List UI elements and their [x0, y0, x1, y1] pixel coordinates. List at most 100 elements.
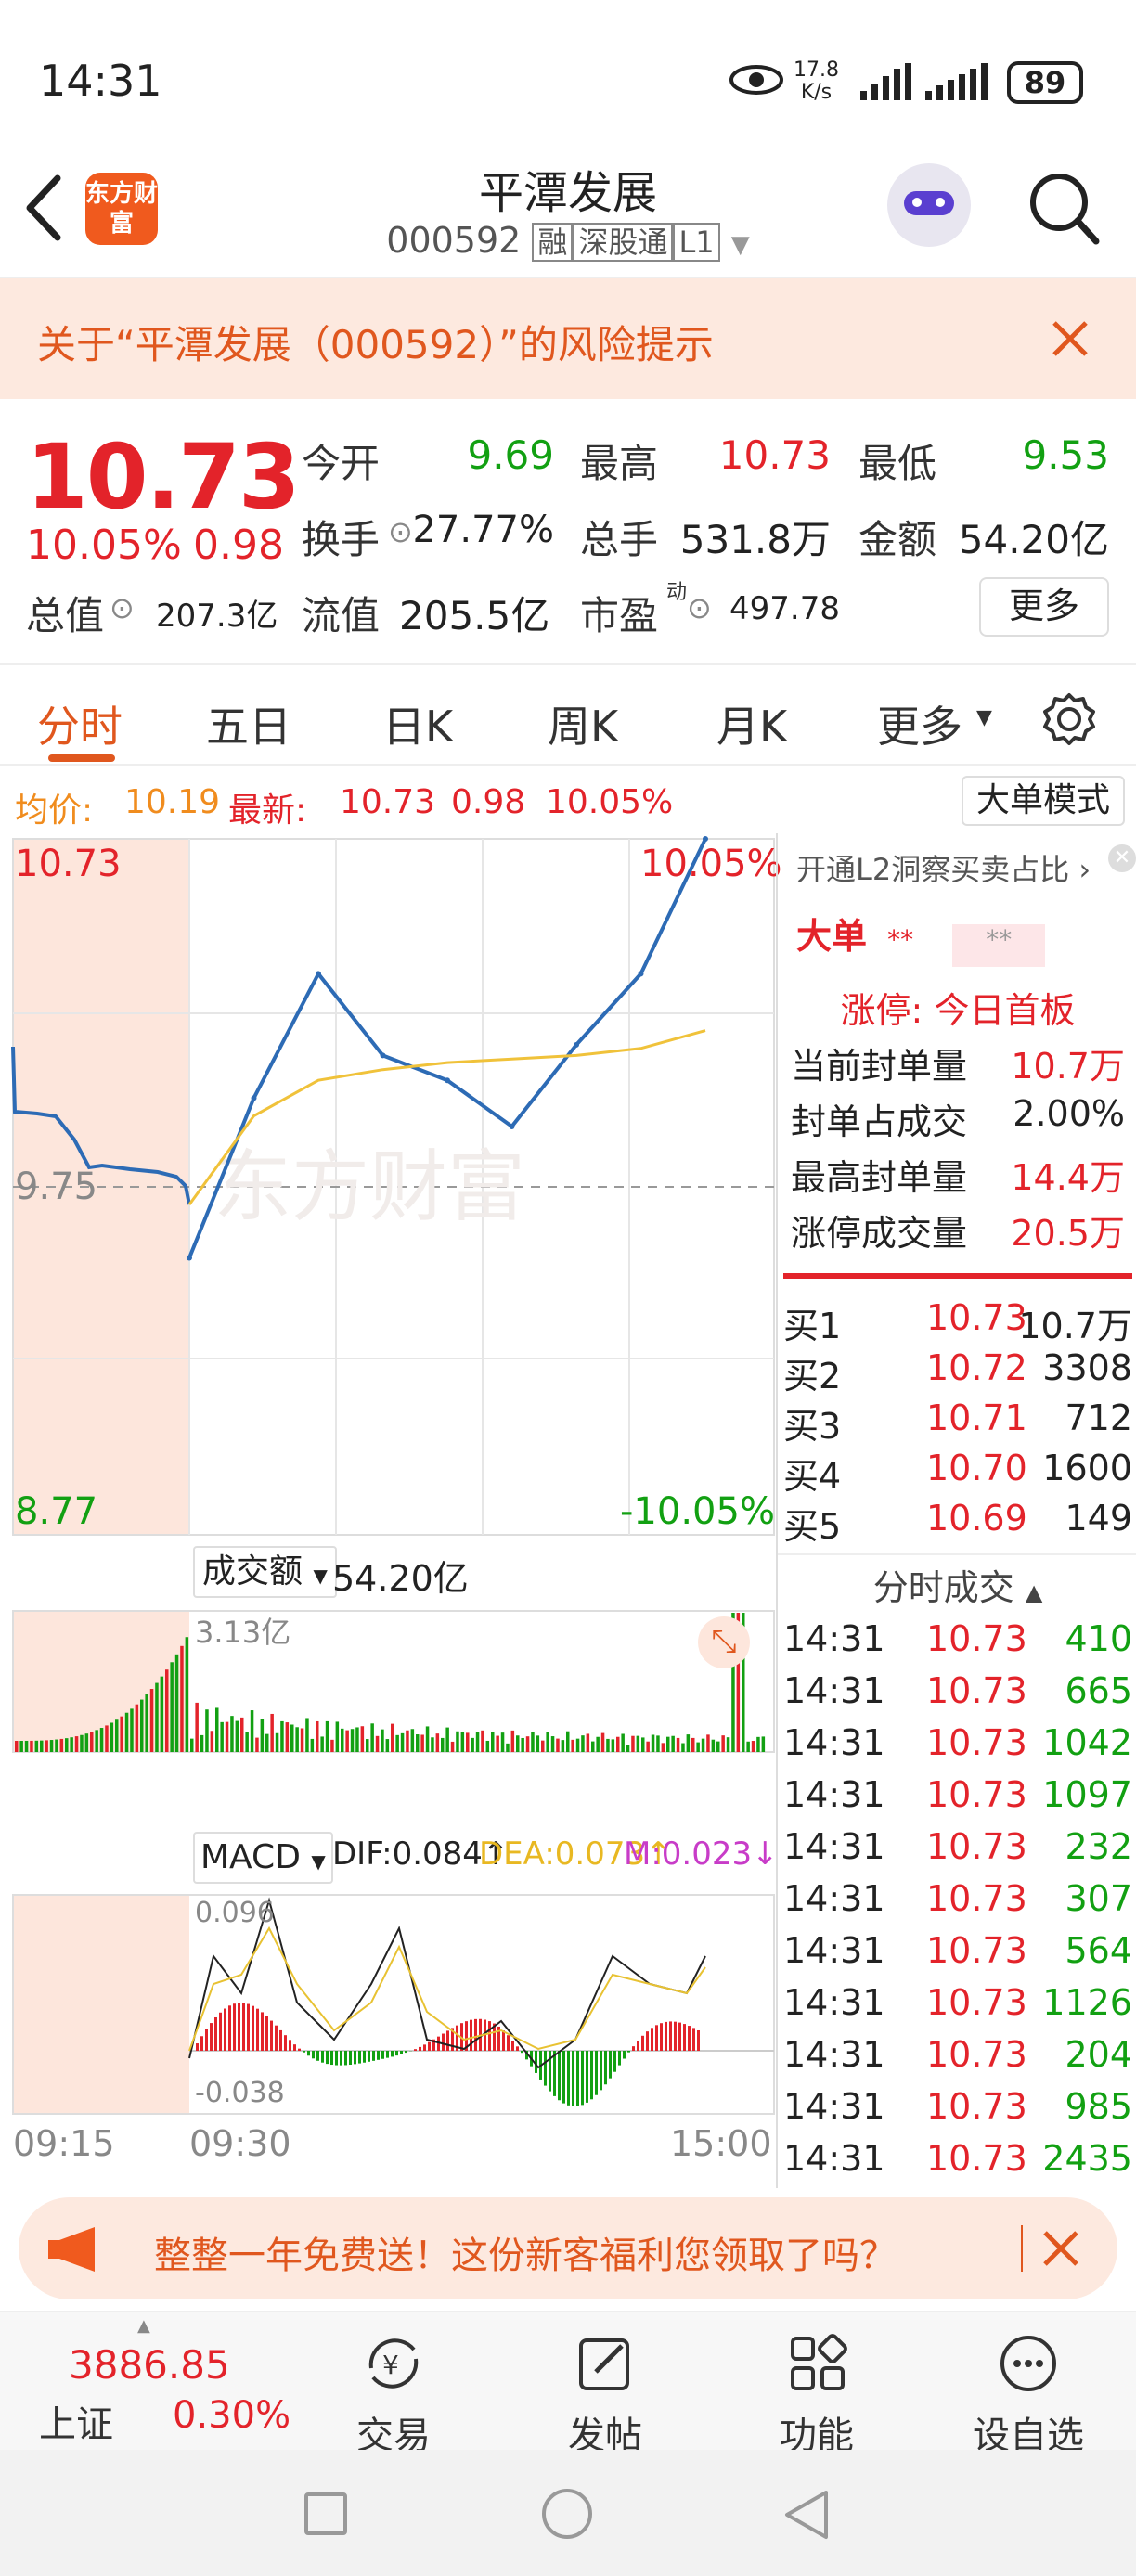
risk-banner-text[interactable]: 关于“平潭发展（000592）”的风险提示 — [37, 314, 714, 370]
home-icon[interactable] — [542, 2489, 592, 2539]
macd-top-label: 0.096 — [195, 1897, 275, 1929]
tab-day[interactable]: 日K — [382, 693, 453, 754]
info-dots-icon[interactable]: ⊙ — [110, 590, 135, 625]
macd-bar — [502, 2030, 505, 2051]
volume-bar — [84, 1733, 89, 1752]
mktcap-value: 207.3亿 — [156, 598, 278, 635]
tag-level[interactable]: L1 — [673, 223, 720, 262]
speed-value: 17.8 — [794, 58, 839, 82]
macd-bar — [604, 2051, 607, 2085]
volume-bar — [190, 1738, 194, 1752]
amount-value: 54.20亿 — [958, 517, 1109, 562]
macd-bar — [265, 2016, 268, 2051]
add-watchlist-button[interactable]: 设自选 — [954, 2331, 1103, 2459]
macd-bar — [214, 2016, 217, 2051]
y-high-label: 10.73 — [15, 843, 122, 885]
trade-button[interactable]: ¥ 交易 — [319, 2331, 468, 2459]
macd-bar — [590, 2051, 593, 2100]
promo-banner[interactable]: 整整一年免费送！这份新客福利您领取了吗？ — [19, 2197, 1117, 2299]
close-icon[interactable] — [1049, 317, 1091, 360]
macd-bar — [627, 2051, 630, 2053]
volume-bar — [305, 1718, 309, 1752]
volume-bar — [425, 1726, 430, 1752]
volume-bar — [391, 1723, 394, 1752]
intraday-chart[interactable]: 东方财富 10.73 10.05% 9.75 8.77 -10.05% 成交额 … — [0, 833, 782, 2170]
caret-down-icon[interactable]: ▼ — [976, 706, 992, 729]
functions-button[interactable]: 功能 — [742, 2331, 891, 2459]
macd-bar — [298, 2048, 301, 2051]
more-circle-icon — [1000, 2336, 1056, 2391]
tab-intraday[interactable]: 分时 — [37, 693, 123, 754]
risk-banner[interactable]: 关于“平潭发展（000592）”的风险提示 — [0, 278, 1136, 399]
index-name: 上证 — [39, 2403, 113, 2446]
price-point — [187, 1255, 192, 1261]
tab-more[interactable]: 更多 — [877, 693, 962, 754]
promo-text[interactable]: 整整一年免费送！这份新客福利您领取了吗？ — [154, 2225, 897, 2279]
expand-icon[interactable]: ⤡ — [698, 1616, 750, 1668]
battery-level: 89 — [1024, 65, 1066, 100]
macd-bar — [381, 2051, 384, 2059]
index-widget[interactable]: ▲ 3886.85 上证 0.30% — [0, 2312, 290, 2452]
macd-bar — [256, 2008, 259, 2051]
limit-up-value: 今日首板 — [934, 990, 1076, 1031]
close-icon[interactable] — [1039, 2227, 1082, 2270]
trade-volume: 564 — [1065, 1930, 1132, 1971]
trades-header[interactable]: 分时成交 ▲ — [778, 1553, 1136, 1610]
volume-bar — [491, 1732, 495, 1752]
volume-bar — [696, 1742, 700, 1752]
volume-bar — [200, 1734, 204, 1752]
volume-bar — [355, 1727, 359, 1752]
macd-bar — [535, 2051, 537, 2073]
macd-bar — [210, 2023, 213, 2051]
tab-week[interactable]: 周K — [548, 693, 618, 754]
gear-icon[interactable] — [1041, 691, 1097, 747]
open-value: 9.69 — [467, 432, 554, 478]
volume-bar — [481, 1730, 484, 1752]
tab-5day[interactable]: 五日 — [206, 693, 291, 754]
price-point — [574, 1041, 579, 1048]
bid-volume: 149 — [1065, 1498, 1132, 1539]
macd-bottom-label: -0.038 — [195, 2077, 285, 2109]
post-button[interactable]: 发帖 — [531, 2331, 679, 2459]
price-point — [316, 971, 321, 977]
volume-bar — [641, 1737, 645, 1752]
volume-selector[interactable]: 成交额 ▼ — [193, 1546, 337, 1598]
big-order-mode-button[interactable]: 大单模式 — [962, 776, 1125, 826]
macd-bar — [354, 2051, 356, 2065]
stat-label: 最高封单量 — [791, 1157, 968, 1198]
caret-down-icon: ▼ — [313, 1565, 328, 1587]
macd-bar — [205, 2029, 208, 2051]
trade-volume: 1126 — [1042, 1982, 1132, 2023]
bid-price: 10.69 — [926, 1498, 1027, 1539]
tab-month[interactable]: 月K — [716, 693, 787, 754]
volume-selector-label: 成交额 — [202, 1552, 303, 1591]
volume-bar — [626, 1745, 630, 1752]
volume-bar — [395, 1734, 399, 1752]
back-nav-icon[interactable] — [781, 2489, 832, 2541]
y-mid-label: 9.75 — [15, 1166, 98, 1208]
volume-bar — [671, 1735, 675, 1752]
volume-bar — [521, 1737, 524, 1752]
last-price: 10.73 — [26, 425, 301, 529]
macd-bar — [558, 2051, 561, 2101]
search-icon[interactable] — [1026, 167, 1104, 251]
l2-upgrade-link[interactable]: 开通L2洞察买卖占比 › — [796, 846, 1136, 889]
macd-bar — [470, 2019, 472, 2051]
volume-bar — [325, 1720, 329, 1752]
more-button[interactable]: 更多 — [979, 577, 1109, 637]
chevron-down-icon[interactable]: ▼ — [731, 231, 750, 259]
macd-m-value: M:0.023 — [624, 1835, 753, 1873]
close-icon[interactable]: ✕ — [1108, 844, 1136, 872]
volume-bar — [416, 1734, 420, 1752]
assistant-avatar[interactable] — [887, 163, 971, 247]
speed-unit: K/s — [800, 81, 833, 104]
macd-selector[interactable]: MACD ▼ — [193, 1832, 333, 1884]
bid-price: 10.73 — [926, 1297, 1027, 1338]
volume-bar — [255, 1737, 259, 1752]
recents-icon[interactable] — [304, 2492, 347, 2535]
info-dots-icon[interactable]: ⊙ — [687, 590, 712, 625]
stock-subtitle: 000592 融深股通 L1 ▼ — [0, 219, 1136, 262]
volume-bar — [40, 1740, 44, 1752]
volume-bar — [686, 1734, 691, 1752]
macd-bar — [414, 2049, 417, 2051]
